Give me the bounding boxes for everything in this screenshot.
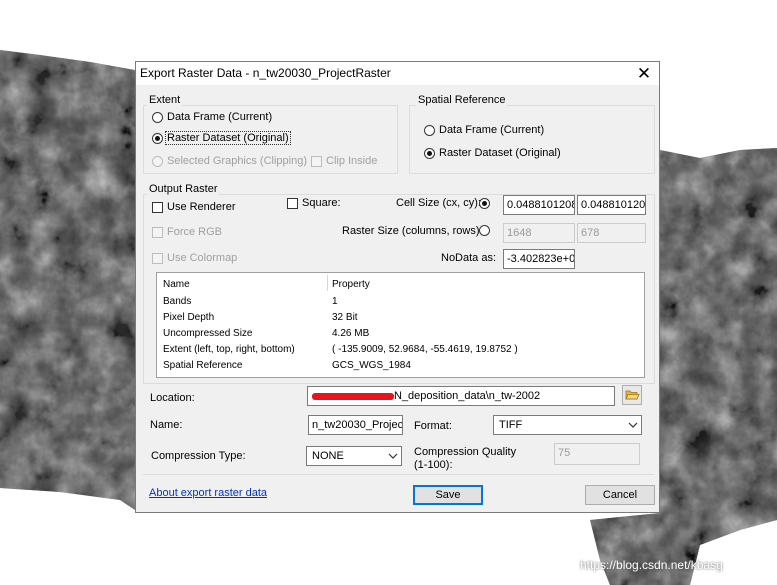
compression-type-value: NONE <box>312 450 344 462</box>
chevron-down-icon <box>628 417 638 436</box>
format-label: Format: <box>414 420 452 432</box>
folder-open-icon <box>625 390 640 400</box>
raster-size-radio[interactable] <box>479 225 490 236</box>
list-item-name: Bands <box>163 296 192 307</box>
sr-data-frame-radio[interactable] <box>424 125 435 136</box>
use-renderer-label[interactable]: Use Renderer <box>167 201 235 213</box>
extent-raster-dataset-label[interactable]: Raster Dataset (Original) <box>165 131 291 145</box>
list-item: Extent (left, top, right, bottom) ( -135… <box>163 344 518 355</box>
compression-type-dropdown[interactable]: NONE <box>306 446 402 466</box>
dialog-titlebar: Export Raster Data - n_tw20030_ProjectRa… <box>136 62 659 85</box>
raster-columns-input[interactable]: 1648 <box>503 223 575 243</box>
list-column-separator <box>327 275 328 291</box>
clip-inside-label[interactable]: Clip Inside <box>326 155 377 167</box>
export-raster-dialog: Export Raster Data - n_tw20030_ProjectRa… <box>135 61 660 513</box>
use-renderer-checkbox[interactable] <box>152 202 163 213</box>
list-item-value: 32 Bit <box>332 312 358 323</box>
list-item: Pixel Depth 32 Bit <box>163 312 358 323</box>
raster-properties-list[interactable]: Name Property Bands 1 Pixel Depth 32 Bit… <box>156 272 645 378</box>
list-item-name: Pixel Depth <box>163 312 215 323</box>
cell-size-label: Cell Size (cx, cy): <box>396 197 481 209</box>
list-item-value: ( -135.9009, 52.9684, -55.4619, 19.8752 … <box>332 344 518 355</box>
output-raster-group-label: Output Raster <box>147 183 220 195</box>
list-item-name: Spatial Reference <box>163 360 243 371</box>
location-label: Location: <box>150 392 195 404</box>
sr-data-frame-label[interactable]: Data Frame (Current) <box>439 124 544 136</box>
spatial-reference-group <box>409 105 655 174</box>
save-button[interactable]: Save <box>413 485 483 505</box>
compression-type-label: Compression Type: <box>151 450 246 462</box>
list-item-value: 1 <box>332 296 338 307</box>
list-item-value: 4.26 MB <box>332 328 370 339</box>
format-dropdown[interactable]: TIFF <box>493 415 642 435</box>
list-item: Spatial Reference GCS_WGS_1984 <box>163 360 411 371</box>
extent-data-frame-label[interactable]: Data Frame (Current) <box>167 111 272 123</box>
compression-quality-range: (1-100): <box>414 459 453 471</box>
force-rgb-checkbox[interactable] <box>152 227 163 238</box>
nodata-input[interactable]: -3.402823e+0 <box>503 249 575 269</box>
name-input[interactable]: n_tw20030_ProjectI <box>308 415 403 435</box>
list-item: Uncompressed Size 4.26 MB <box>163 328 369 339</box>
nodata-label: NoData as: <box>441 252 497 264</box>
list-item: Bands 1 <box>163 296 338 307</box>
sr-raster-dataset-label[interactable]: Raster Dataset (Original) <box>439 147 561 159</box>
sr-raster-dataset-radio[interactable] <box>424 148 435 159</box>
format-value: TIFF <box>499 419 523 431</box>
extent-selected-graphics-label[interactable]: Selected Graphics (Clipping) <box>167 155 307 167</box>
list-item-value: GCS_WGS_1984 <box>332 360 411 371</box>
extent-data-frame-radio[interactable] <box>152 112 163 123</box>
cancel-button[interactable]: Cancel <box>585 485 655 505</box>
about-export-link[interactable]: About export raster data <box>149 487 267 499</box>
name-label: Name: <box>150 419 183 431</box>
extent-group-label: Extent <box>147 94 183 106</box>
square-checkbox[interactable] <box>287 198 298 209</box>
browse-folder-button[interactable] <box>622 385 642 405</box>
use-colormap-checkbox[interactable] <box>152 253 163 264</box>
square-label[interactable]: Square: <box>302 197 341 209</box>
raster-size-label: Raster Size (columns, rows): <box>342 225 483 237</box>
compression-quality-label: Compression Quality <box>414 446 517 458</box>
dialog-title: Export Raster Data - n_tw20030_ProjectRa… <box>140 66 391 80</box>
list-header-name: Name <box>163 279 190 290</box>
watermark: https://blog.csdn.net/kbasg <box>580 558 723 572</box>
extent-selected-graphics-radio[interactable] <box>152 156 163 167</box>
list-item-name: Uncompressed Size <box>163 328 253 339</box>
list-item-name: Extent (left, top, right, bottom) <box>163 344 295 355</box>
location-redaction <box>312 393 394 400</box>
spatial-reference-group-label: Spatial Reference <box>416 94 508 106</box>
list-header-row: Name Property <box>163 279 370 290</box>
compression-quality-input[interactable]: 75 <box>554 443 640 465</box>
cell-size-radio[interactable] <box>479 198 490 209</box>
raster-rows-input[interactable]: 678 <box>577 223 646 243</box>
list-header-property: Property <box>332 279 370 290</box>
chevron-down-icon <box>388 448 398 467</box>
location-value: N_deposition_data\n_tw-2002 <box>394 390 541 402</box>
close-icon[interactable]: ✕ <box>629 62 659 85</box>
cell-size-cx-input[interactable]: 0.0488101208 <box>503 195 575 215</box>
footer-divider <box>143 474 655 475</box>
use-colormap-label[interactable]: Use Colormap <box>167 252 237 264</box>
force-rgb-label[interactable]: Force RGB <box>167 226 222 238</box>
cell-size-cy-input[interactable]: 0.0488101208 <box>577 195 646 215</box>
clip-inside-checkbox[interactable] <box>311 156 322 167</box>
extent-raster-dataset-radio[interactable] <box>152 133 163 144</box>
